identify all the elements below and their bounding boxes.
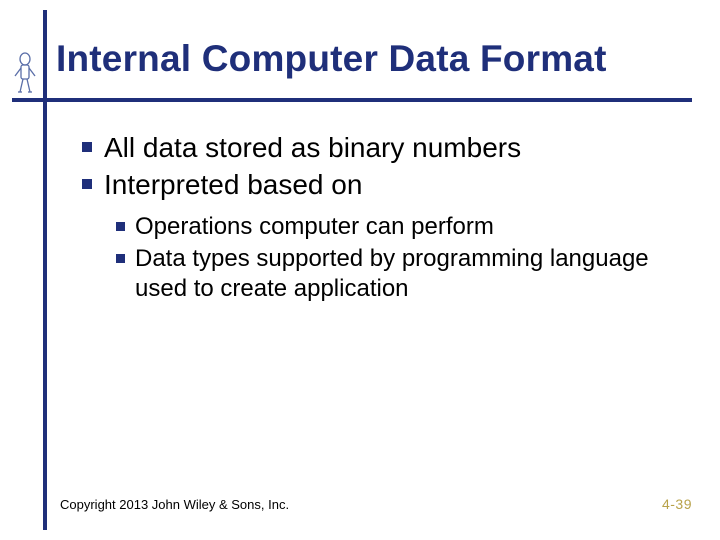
list-item: Data types supported by programming lang… <box>116 244 676 304</box>
list-item: Operations computer can perform <box>116 212 676 242</box>
bullet-text: All data stored as binary numbers <box>104 130 672 165</box>
copyright-text: Copyright 2013 John Wiley & Sons, Inc. <box>60 497 289 512</box>
page-number: 4-39 <box>662 496 692 512</box>
slide-title: Internal Computer Data Format <box>56 38 607 80</box>
list-item: Interpreted based on <box>82 167 672 202</box>
bullet-square-icon <box>82 142 92 152</box>
logo-icon <box>12 52 38 94</box>
bullet-text: Data types supported by programming lang… <box>135 244 676 304</box>
list-item: All data stored as binary numbers <box>82 130 672 165</box>
left-vertical-rule <box>43 10 47 530</box>
bullet-square-icon <box>82 179 92 189</box>
bullet-square-icon <box>116 254 125 263</box>
bullet-list-level1: All data stored as binary numbers Interp… <box>82 130 672 204</box>
bullet-list-level2: Operations computer can perform Data typ… <box>116 212 676 306</box>
title-underline <box>12 98 692 102</box>
bullet-text: Interpreted based on <box>104 167 672 202</box>
slide: Internal Computer Data Format All data s… <box>0 0 720 540</box>
bullet-square-icon <box>116 222 125 231</box>
bullet-text: Operations computer can perform <box>135 212 676 242</box>
